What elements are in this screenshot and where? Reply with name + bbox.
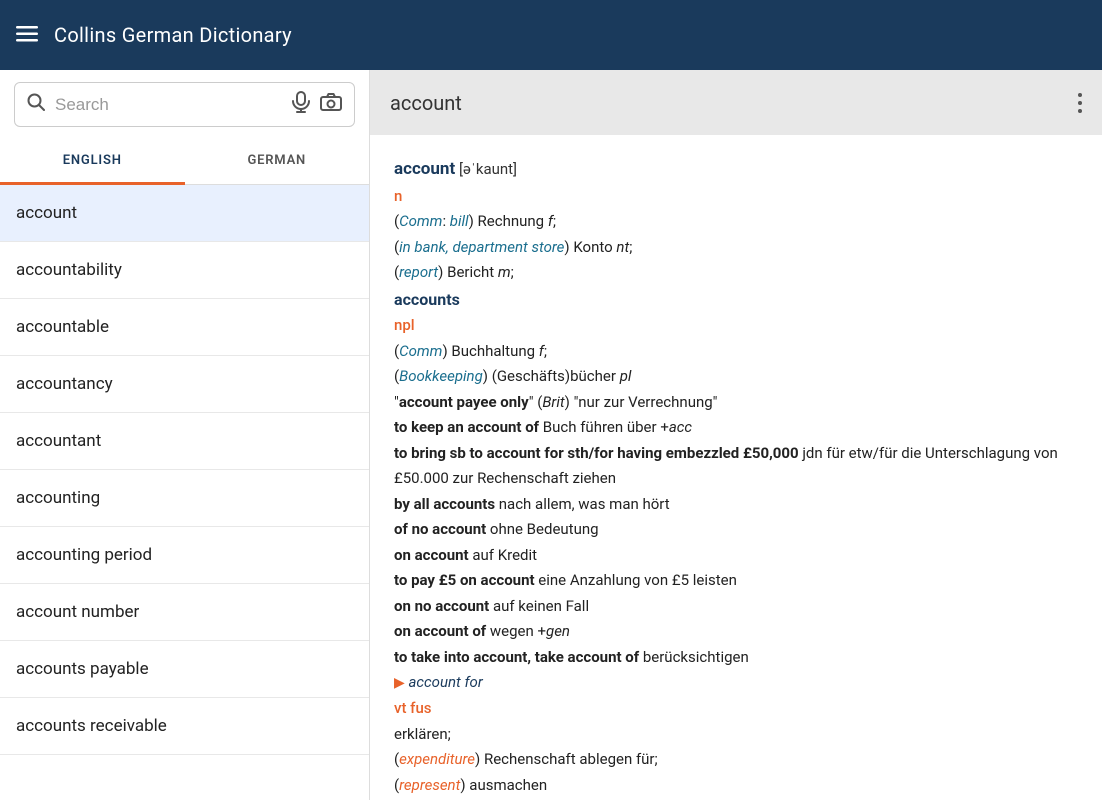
content-search-term: account	[390, 91, 462, 115]
phrase-pay-on-account: to pay £5 on account	[394, 571, 535, 589]
list-item[interactable]: accountancy	[0, 356, 369, 413]
part-of-speech-n: n	[394, 187, 402, 205]
list-item[interactable]: account	[0, 185, 369, 242]
list-item[interactable]: accountable	[0, 299, 369, 356]
phrase-keep-account: to keep an account of	[394, 418, 539, 436]
tab-english[interactable]: ENGLISH	[0, 139, 185, 185]
list-item[interactable]: accounting	[0, 470, 369, 527]
phrase-on-no-account: on no account	[394, 597, 489, 615]
phrase-bring-to-account: to bring sb to account for sth/for havin…	[394, 444, 799, 462]
phrase-on-account: on account	[394, 546, 469, 564]
app-header: Collins German Dictionary	[0, 0, 1102, 70]
word-list: account accountability accountable accou…	[0, 185, 369, 800]
phrase-on-account-of: on account of	[394, 622, 486, 640]
comm-link[interactable]: Comm	[399, 212, 442, 230]
account-for-link[interactable]: account for	[409, 673, 483, 691]
phrase-by-all-accounts: by all accounts	[394, 495, 495, 513]
sidebar: ENGLISH GERMAN account accountability ac…	[0, 70, 370, 800]
list-item[interactable]: accounts receivable	[0, 698, 369, 755]
content-area: account account [əˈkaunt] n (Comm: bill)…	[370, 70, 1102, 800]
accounts-header: accounts	[394, 290, 460, 309]
bill-link[interactable]: bill	[450, 212, 469, 230]
represent-link[interactable]: represent	[399, 776, 460, 794]
part-of-speech-npl: npl	[394, 316, 415, 334]
part-of-speech-vt: vt fus	[394, 699, 432, 717]
list-item[interactable]: accountant	[0, 413, 369, 470]
entry-pronunciation: [əˈkaunt]	[459, 160, 517, 178]
list-item[interactable]: accounting period	[0, 527, 369, 584]
hamburger-icon[interactable]	[16, 25, 38, 45]
entry-headword: account	[394, 159, 455, 179]
content-header: account	[370, 70, 1102, 135]
mic-icon[interactable]	[292, 91, 310, 118]
bank-link[interactable]: in bank, department store	[399, 238, 564, 256]
app-title: Collins German Dictionary	[54, 23, 292, 47]
language-tabs: ENGLISH GERMAN	[0, 139, 369, 185]
list-item[interactable]: account number	[0, 584, 369, 641]
list-item[interactable]: accountability	[0, 242, 369, 299]
triangle-icon: ▶	[394, 675, 405, 691]
search-input[interactable]	[55, 95, 282, 115]
account-payee-phrase: account payee only	[399, 393, 529, 411]
search-container	[0, 70, 369, 139]
camera-icon[interactable]	[320, 93, 342, 116]
main-layout: ENGLISH GERMAN account accountability ac…	[0, 70, 1102, 800]
phrase-no-account: of no account	[394, 520, 486, 538]
report-link[interactable]: report	[399, 263, 438, 281]
list-item[interactable]: accounts payable	[0, 641, 369, 698]
dictionary-entry: account [əˈkaunt] n (Comm: bill) Rechnun…	[370, 135, 1102, 800]
comm2-link[interactable]: Comm	[399, 342, 442, 360]
search-icon	[27, 93, 45, 116]
phrase-take-into-account: to take into account, take account of	[394, 648, 639, 666]
tab-german[interactable]: GERMAN	[185, 139, 370, 184]
search-bar	[14, 82, 355, 127]
more-options-icon[interactable]	[1078, 93, 1082, 113]
expenditure-link[interactable]: expenditure	[399, 750, 475, 768]
bookkeeping-link[interactable]: Bookkeeping	[399, 367, 483, 385]
